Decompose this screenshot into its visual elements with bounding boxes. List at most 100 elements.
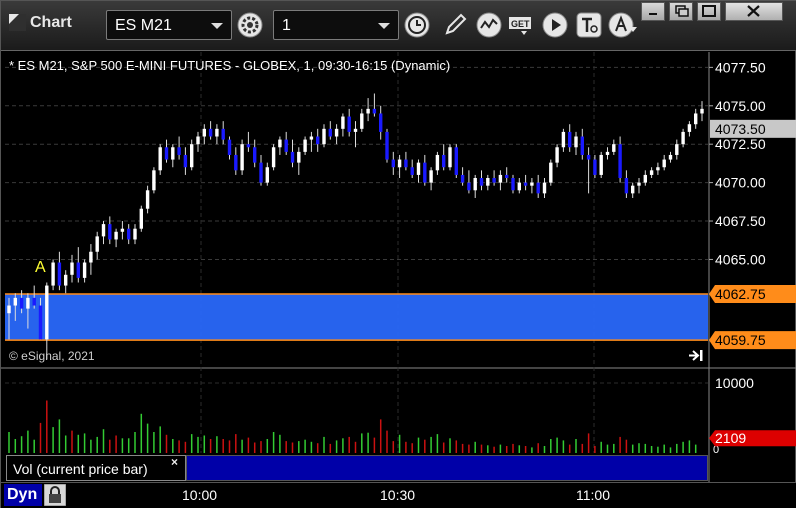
candle: [542, 182, 547, 194]
candle: [637, 182, 641, 186]
price-tick-label: 4072.50: [715, 136, 766, 152]
volume-legend-text: Vol (current price bar): [13, 461, 148, 477]
lock-icon[interactable]: [44, 484, 66, 506]
candle: [448, 147, 452, 168]
price-chart[interactable]: 4077.50 4075.00 4072.50 4070.00 4067.50 4065.…: [1, 1, 796, 508]
candle: [334, 128, 339, 137]
candle: [234, 154, 238, 171]
candle: [45, 285, 49, 340]
candle: [568, 131, 572, 148]
candle: [618, 144, 622, 178]
marker-label: A: [35, 259, 46, 276]
candle: [303, 139, 307, 152]
candle: [561, 131, 566, 148]
candle: [284, 139, 288, 152]
candle: [486, 178, 490, 186]
band-high-label: 4062.75: [715, 286, 766, 302]
price-tick-label: 4067.50: [715, 213, 766, 229]
candle: [82, 262, 87, 278]
time-label-10-00: 10:00: [182, 487, 218, 503]
volume-tick-label: 10000: [715, 375, 754, 391]
candle: [76, 262, 80, 278]
chart-window: Chart ES M21 1 GET 4077.50 4075.00 4072.…: [0, 0, 796, 508]
candle: [347, 116, 351, 132]
candle: [328, 128, 332, 137]
candle: [196, 136, 200, 145]
candle: [360, 113, 364, 129]
candle: [221, 128, 225, 140]
candle: [586, 154, 591, 160]
scroll-to-end-icon[interactable]: [687, 348, 705, 363]
candle: [316, 136, 320, 145]
candle: [38, 305, 43, 340]
candle: [517, 182, 521, 191]
candle: [253, 147, 257, 163]
dynamic-mode-button[interactable]: Dyn: [4, 484, 42, 506]
candle: [366, 108, 370, 114]
candle: [379, 113, 383, 132]
candle: [322, 128, 326, 145]
candle: [555, 147, 559, 163]
candle: [89, 251, 93, 263]
candle: [202, 128, 206, 137]
candle: [240, 144, 244, 171]
candle: [700, 108, 704, 114]
copyright-text: © eSignal, 2021: [9, 349, 95, 363]
candle: [675, 144, 679, 155]
candle: [536, 182, 540, 194]
last-price-label: 4073.50: [715, 121, 766, 137]
candle: [70, 262, 74, 275]
candle: [297, 151, 301, 163]
candle: [454, 147, 458, 175]
candle: [265, 167, 269, 183]
candle: [158, 147, 162, 171]
candle: [416, 162, 421, 175]
price-band[interactable]: [5, 294, 708, 341]
candle: [57, 262, 62, 286]
candle: [341, 116, 345, 129]
candle: [668, 154, 673, 160]
candle: [290, 151, 295, 163]
candle: [574, 136, 578, 148]
candle: [190, 144, 194, 168]
candle: [624, 178, 629, 194]
volume-last-label: 2109: [715, 430, 746, 446]
price-tick-label: 4070.00: [715, 175, 766, 191]
candle: [631, 185, 635, 194]
candle: [423, 162, 427, 183]
candle: [95, 236, 99, 252]
candle: [353, 128, 358, 132]
candle: [599, 154, 603, 175]
candle: [13, 297, 17, 306]
candle: [120, 228, 125, 232]
candle: [309, 136, 314, 140]
candle: [511, 178, 515, 191]
candle: [467, 182, 471, 191]
candle: [662, 159, 666, 168]
candle: [505, 174, 509, 178]
candle: [145, 190, 150, 209]
volume-legend-bar: [186, 455, 708, 481]
candle: [549, 162, 553, 183]
candle: [271, 147, 276, 168]
candle: [171, 147, 175, 160]
candle: [227, 139, 232, 155]
candle: [114, 231, 118, 240]
price-tick-label: 4077.50: [715, 59, 766, 75]
candle: [139, 208, 143, 229]
candle: [108, 224, 112, 240]
candle: [246, 144, 251, 148]
candle: [612, 144, 616, 152]
price-tick-label: 4065.00: [715, 251, 766, 267]
candle: [593, 159, 597, 175]
candle: [51, 262, 55, 286]
chart-title: * ES M21, S&P 500 E-MINI FUTURES - GLOBE…: [9, 58, 451, 73]
candle: [643, 174, 647, 183]
candle: [605, 151, 610, 155]
candle: [687, 124, 692, 132]
candle: [694, 113, 698, 125]
candle: [26, 297, 30, 309]
candle: [530, 182, 534, 186]
candle: [127, 228, 131, 240]
close-icon[interactable]: ×: [171, 455, 178, 469]
